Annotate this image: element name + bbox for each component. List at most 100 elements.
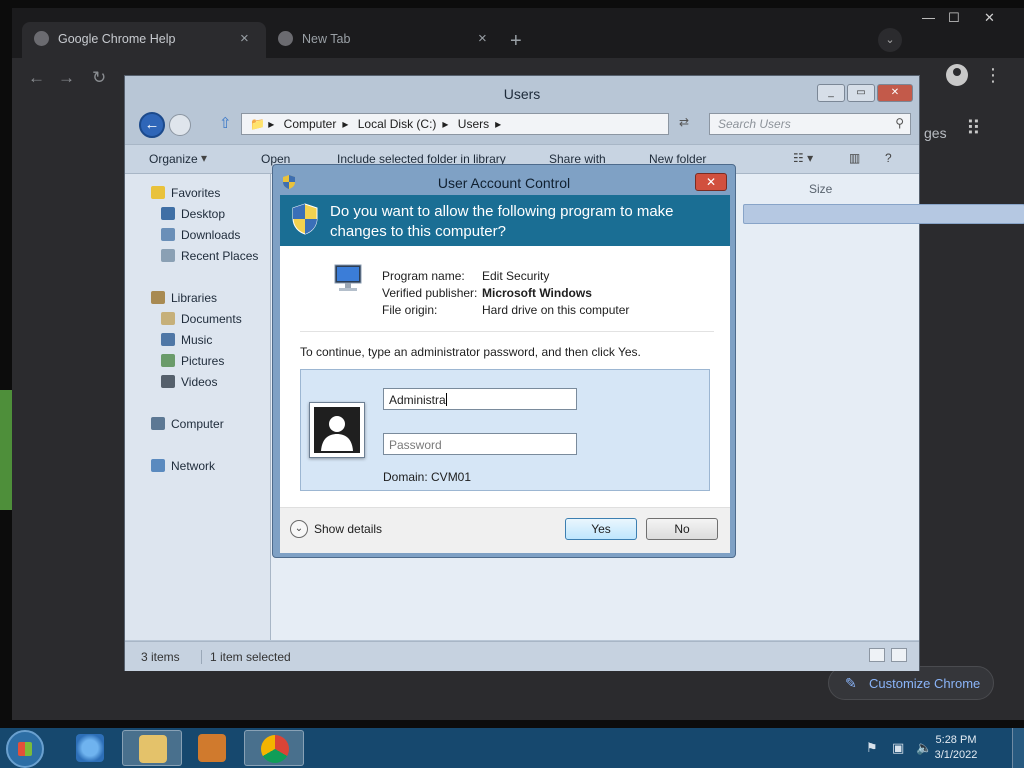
- taskbar-internet-explorer[interactable]: [60, 730, 120, 766]
- username-input[interactable]: Administra: [383, 388, 577, 410]
- refresh-icon[interactable]: ⇄: [673, 115, 695, 133]
- nav-documents[interactable]: Documents: [161, 312, 242, 326]
- password-input[interactable]: Password: [383, 433, 577, 455]
- yes-button[interactable]: Yes: [565, 518, 637, 540]
- view-options-icon[interactable]: ☷ ▾: [793, 151, 813, 165]
- explorer-close-button[interactable]: ✕: [877, 84, 913, 102]
- forward-button[interactable]: →: [58, 68, 75, 88]
- user-avatar: [309, 402, 365, 458]
- breadcrumb-local-disk[interactable]: Local Disk (C:): [358, 117, 437, 131]
- music-icon: [161, 333, 175, 346]
- show-details-link[interactable]: Show details: [314, 522, 382, 536]
- action-center-flag-icon[interactable]: ⚑: [866, 740, 878, 756]
- details-view-icon[interactable]: [869, 648, 885, 662]
- explorer-maximize-button[interactable]: ▭: [847, 84, 875, 102]
- google-favicon-icon: [34, 31, 49, 46]
- back-button[interactable]: ←: [28, 68, 45, 88]
- chevron-down-icon[interactable]: ⌄: [290, 520, 308, 538]
- program-name-value: Edit Security: [482, 269, 550, 283]
- tab-title: Google Chrome Help: [58, 32, 176, 46]
- instruction-text: To continue, type an administrator passw…: [300, 345, 641, 359]
- network-icon[interactable]: ▣: [892, 740, 904, 756]
- uac-close-button[interactable]: ✕: [695, 173, 727, 191]
- text-cursor: [445, 393, 447, 406]
- tab-title: New Tab: [302, 32, 351, 46]
- maximize-button[interactable]: ☐: [948, 10, 960, 26]
- customize-chrome-button[interactable]: ✎ Customize Chrome: [828, 666, 994, 700]
- breadcrumb-computer[interactable]: Computer: [284, 117, 337, 131]
- uac-question-line2: changes to this computer?: [330, 223, 506, 240]
- address-bar[interactable]: 📁 ▸ Computer ▸ Local Disk (C:) ▸ Users ▸: [241, 113, 669, 135]
- minimize-button[interactable]: —: [922, 10, 935, 25]
- clock-time: 5:28 PM: [935, 734, 977, 746]
- downloads-icon: [161, 228, 175, 241]
- computer-icon: [151, 417, 165, 430]
- explorer-minimize-button[interactable]: _: [817, 84, 845, 102]
- uac-footer: ⌄ Show details Yes No: [280, 507, 730, 553]
- pencil-icon: ✎: [845, 675, 857, 691]
- profile-avatar-icon[interactable]: [946, 64, 968, 86]
- desktop-icon: [161, 207, 175, 220]
- media-player-icon: [198, 734, 226, 762]
- taskbar: ⚑ ▣ 🔈 5:28 PM 3/1/2022: [0, 728, 1024, 768]
- menu-kebab-icon[interactable]: ⋮: [984, 64, 1002, 86]
- close-tab-icon[interactable]: ×: [240, 30, 249, 47]
- show-desktop-button[interactable]: [1012, 728, 1024, 768]
- uac-content: Do you want to allow the following progr…: [280, 195, 730, 553]
- size-column-header[interactable]: Size: [809, 182, 832, 196]
- program-name-label: Program name:: [382, 269, 465, 283]
- nav-network[interactable]: Network: [151, 459, 215, 473]
- partial-link-text[interactable]: ges: [924, 125, 947, 141]
- credential-tile-area: Administra Password Domain: CVM01: [300, 369, 710, 491]
- forward-arrow-icon[interactable]: [169, 114, 191, 136]
- dropdown-arrow-icon: ▾: [201, 151, 208, 165]
- explorer-search-input[interactable]: Search Users ⚲: [709, 113, 911, 135]
- clock[interactable]: 5:28 PM 3/1/2022: [926, 733, 986, 763]
- uac-question-banner: Do you want to allow the following progr…: [280, 195, 730, 246]
- apps-grid-icon[interactable]: ⠿: [966, 116, 981, 141]
- nav-recent-places[interactable]: Recent Places: [161, 249, 258, 263]
- nav-pictures[interactable]: Pictures: [161, 354, 224, 368]
- start-button[interactable]: [6, 730, 44, 768]
- status-bar: 3 items 1 item selected: [125, 641, 919, 671]
- nav-desktop[interactable]: Desktop: [161, 207, 225, 221]
- taskbar-chrome[interactable]: [244, 730, 304, 766]
- nav-libraries[interactable]: Libraries: [151, 291, 217, 305]
- reload-button[interactable]: ↻: [92, 68, 106, 88]
- up-folder-icon[interactable]: ⇧: [219, 114, 232, 132]
- chrome-icon: [261, 735, 289, 763]
- taskbar-explorer[interactable]: [122, 730, 182, 766]
- tab-search-button[interactable]: ⌄: [878, 28, 902, 52]
- nav-favorites[interactable]: Favorites: [151, 186, 220, 200]
- large-icons-view-icon[interactable]: [891, 648, 907, 662]
- new-tab-button[interactable]: +: [510, 30, 522, 53]
- explorer-title: Users: [503, 86, 541, 102]
- organize-menu[interactable]: Organize: [149, 152, 198, 166]
- tab-chrome-help[interactable]: Google Chrome Help ×: [22, 22, 266, 58]
- help-icon[interactable]: ?: [885, 151, 892, 165]
- preview-pane-icon[interactable]: ▥: [849, 151, 860, 165]
- nav-downloads[interactable]: Downloads: [161, 228, 240, 242]
- search-icon: ⚲: [895, 116, 904, 130]
- back-arrow-icon[interactable]: ←: [139, 112, 165, 138]
- file-origin-label: File origin:: [382, 303, 438, 317]
- folder-icon: 📁 ▸: [250, 117, 275, 131]
- taskbar-media-player[interactable]: [182, 730, 242, 766]
- navigation-pane: Favorites Desktop Downloads Recent Place…: [125, 174, 271, 640]
- nav-music[interactable]: Music: [161, 333, 212, 347]
- no-button[interactable]: No: [646, 518, 718, 540]
- wallpaper-fragment: [0, 390, 12, 510]
- publisher-label: Verified publisher:: [382, 286, 478, 300]
- nav-computer[interactable]: Computer: [151, 417, 224, 431]
- breadcrumb-users[interactable]: Users: [458, 117, 489, 131]
- nav-videos[interactable]: Videos: [161, 375, 217, 389]
- tab-new-tab[interactable]: New Tab ×: [266, 22, 502, 58]
- documents-icon: [161, 312, 175, 325]
- close-window-button[interactable]: ✕: [984, 10, 995, 26]
- close-tab-icon[interactable]: ×: [478, 30, 487, 47]
- selection-count: 1 item selected: [201, 650, 291, 664]
- user-silhouette-icon: [321, 416, 353, 451]
- username-value: Administra: [389, 393, 446, 407]
- selected-row[interactable]: [743, 204, 1024, 224]
- chrome-favicon-icon: [278, 31, 293, 46]
